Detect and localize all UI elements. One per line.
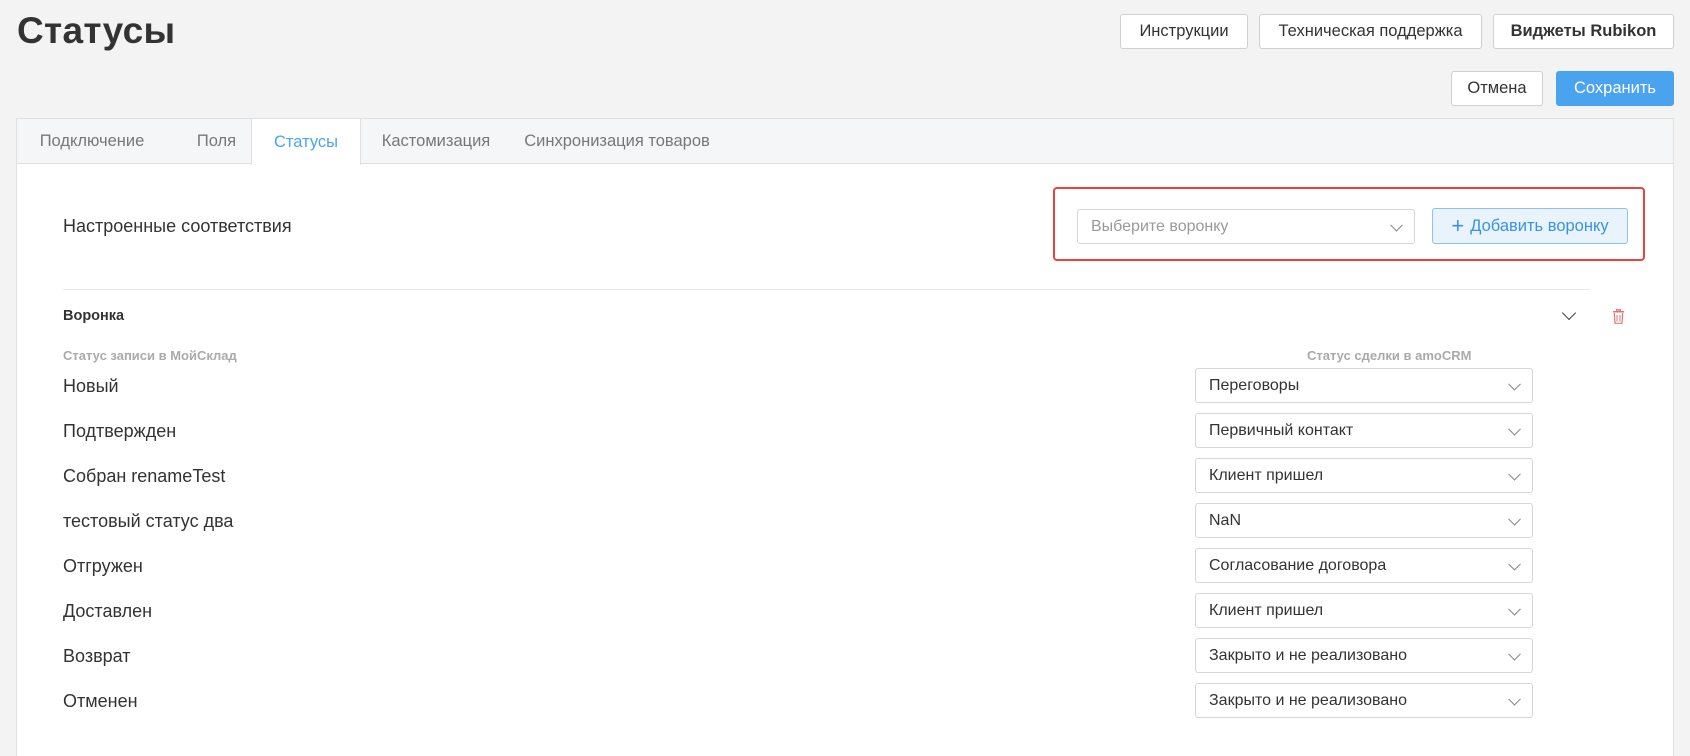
deal-status-select[interactable]: Первичный контакт: [1195, 413, 1533, 448]
chevron-down-icon[interactable]: [1561, 305, 1577, 321]
deal-status-select[interactable]: Закрыто и не реализовано: [1195, 683, 1533, 718]
instructions-button[interactable]: Инструкции: [1120, 14, 1248, 49]
deal-status-select[interactable]: NaN: [1195, 503, 1533, 538]
trash-icon[interactable]: [1612, 309, 1625, 324]
deal-status-value: Закрыто и не реализовано: [1209, 691, 1407, 709]
save-button[interactable]: Сохранить: [1556, 71, 1674, 106]
deal-status-select[interactable]: Клиент пришел: [1195, 458, 1533, 493]
tab-customization[interactable]: Кастомизация: [361, 119, 511, 164]
chevron-down-icon: [1508, 467, 1521, 481]
support-button[interactable]: Техническая поддержка: [1259, 14, 1482, 49]
divider: [63, 289, 1590, 290]
add-funnel-label: Добавить воронку: [1470, 216, 1609, 235]
status-label: Отменен: [63, 691, 138, 711]
status-label: Подтвержден: [63, 421, 177, 441]
tab-product-sync[interactable]: Синхронизация товаров: [511, 119, 723, 164]
cancel-button[interactable]: Отмена: [1451, 71, 1543, 106]
status-label: Новый: [63, 376, 119, 396]
deal-status-value: Клиент пришел: [1209, 466, 1324, 484]
page-title: Статусы: [17, 10, 176, 51]
deal-status-select[interactable]: Клиент пришел: [1195, 593, 1533, 628]
settings-card: Подключение Поля Статусы Кастомизация Си…: [16, 118, 1674, 756]
funnel-select[interactable]: Выберите воронку: [1077, 209, 1415, 244]
widgets-rubikon-button[interactable]: Виджеты Rubikon: [1493, 14, 1674, 49]
chevron-down-icon: [1508, 377, 1521, 391]
chevron-down-icon: [1508, 602, 1521, 616]
column-header-amocrm: Статус сделки в amoCRM: [1307, 348, 1472, 363]
deal-status-value: Переговоры: [1209, 376, 1300, 394]
deal-status-value: Согласование договора: [1209, 556, 1387, 574]
chevron-down-icon: [1508, 692, 1521, 706]
deal-status-value: Первичный контакт: [1209, 421, 1354, 439]
configured-mappings-label: Настроенные соответствия: [63, 216, 292, 236]
chevron-down-icon: [1508, 557, 1521, 571]
tab-bar: Подключение Поля Статусы Кастомизация Си…: [17, 119, 1673, 165]
deal-status-value: NaN: [1209, 511, 1242, 529]
deal-status-select[interactable]: Согласование договора: [1195, 548, 1533, 583]
status-label: тестовый статус два: [63, 511, 234, 531]
status-label: Собран renameTest: [63, 466, 226, 486]
deal-status-value: Клиент пришел: [1209, 601, 1324, 619]
chevron-down-icon: [1508, 422, 1521, 436]
tab-statuses[interactable]: Статусы: [251, 119, 361, 165]
column-header-moysklad: Статус записи в МойСклад: [63, 348, 237, 363]
tab-connection[interactable]: Подключение: [17, 119, 167, 164]
deal-status-value: Закрыто и не реализовано: [1209, 646, 1407, 664]
deal-status-select[interactable]: Закрыто и не реализовано: [1195, 638, 1533, 673]
funnel-select-placeholder: Выберите воронку: [1091, 217, 1229, 235]
status-label: Отгружен: [63, 556, 143, 576]
chevron-down-icon: [1390, 218, 1403, 232]
chevron-down-icon: [1508, 512, 1521, 526]
deal-status-select[interactable]: Переговоры: [1195, 368, 1533, 403]
funnel-title: Воронка: [63, 308, 125, 324]
status-label: Доставлен: [63, 601, 153, 621]
plus-icon: +: [1451, 213, 1465, 238]
chevron-down-icon: [1508, 647, 1521, 661]
status-label: Возврат: [63, 646, 131, 666]
add-funnel-button[interactable]: + Добавить воронку: [1432, 208, 1628, 244]
